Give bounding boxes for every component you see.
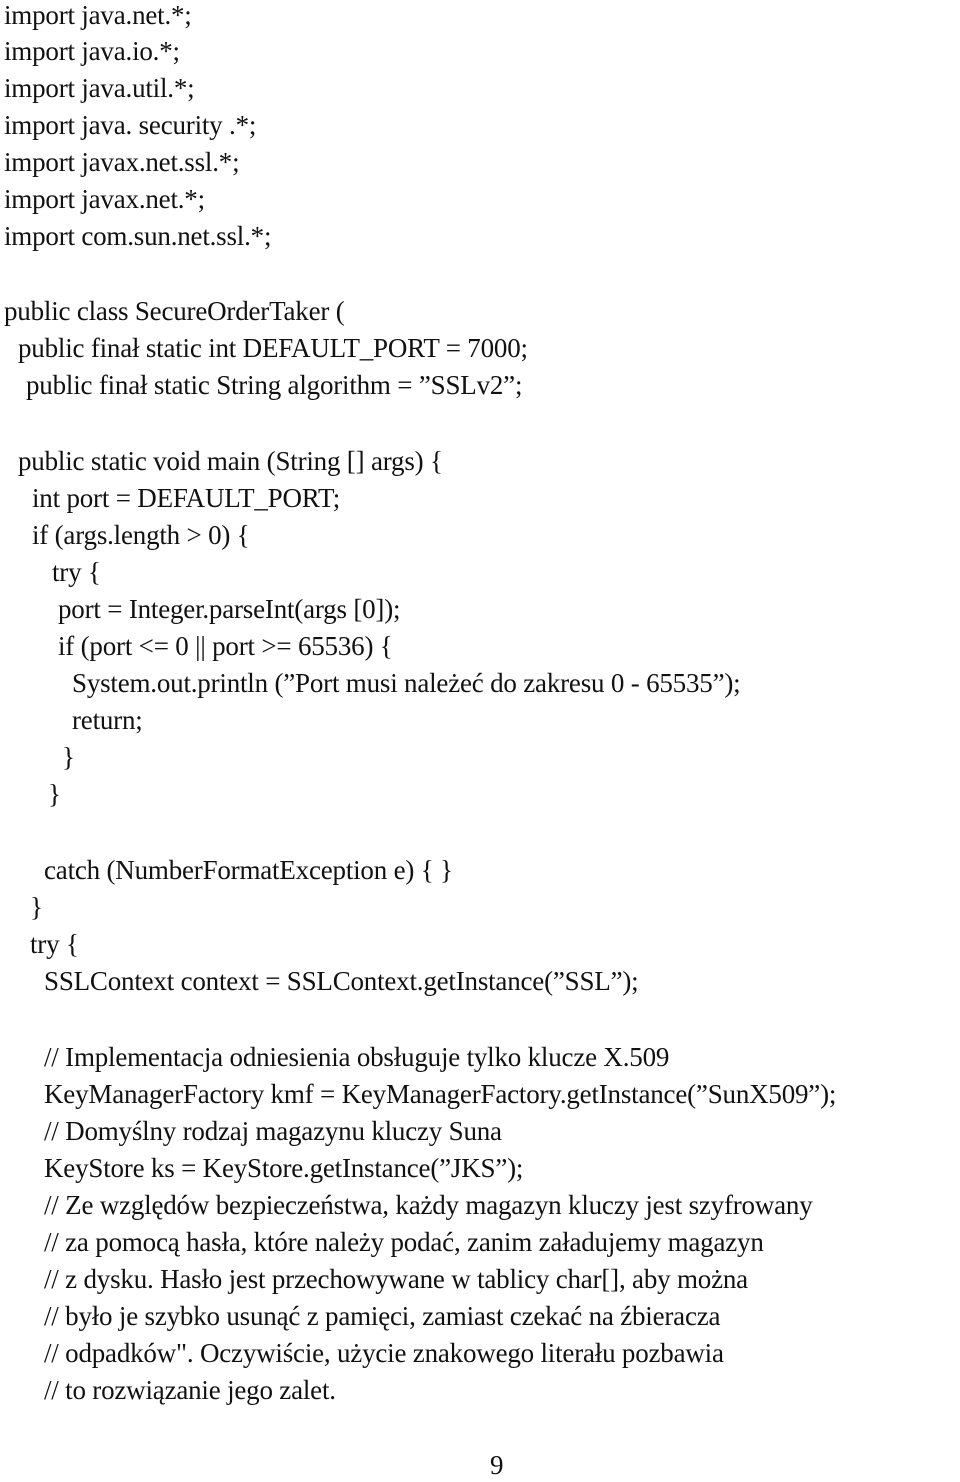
code-comment: // to rozwiązanie jego zalet. — [44, 1375, 336, 1405]
code-comment: // Implementacja odniesienia obsługuje t… — [44, 1042, 670, 1072]
code-line: import com.sun.net.ssl.*; — [4, 221, 272, 251]
code-line: int port = DEFAULT_PORT; — [32, 483, 341, 513]
code-line: } — [30, 892, 43, 922]
code-line: KeyStore ks = KeyStore.getInstance(”JKS”… — [44, 1153, 524, 1183]
code-comment: // Domyślny rodzaj magazynu kluczy Suna — [44, 1116, 502, 1146]
code-line: } — [62, 742, 75, 772]
code-line: if (port <= 0 || port >= 65536) { — [58, 631, 393, 661]
code-line: System.out.println (”Port musi należeć d… — [72, 668, 741, 698]
code-comment: // z dysku. Hasło jest przechowywane w t… — [44, 1264, 748, 1294]
code-comment: // Ze względów bezpieczeństwa, każdy mag… — [44, 1190, 813, 1220]
code-line: import javax.net.*; — [4, 184, 205, 214]
code-line: catch (NumberFormatException e) { } — [44, 855, 453, 885]
code-line: port = Integer.parseInt(args [0]); — [58, 594, 401, 624]
code-line: public finał static String algorithm = ”… — [26, 370, 523, 400]
code-comment: // odpadków". Oczywiście, użycie znakowe… — [44, 1338, 724, 1368]
code-line: SSLContext context = SSLContext.getInsta… — [44, 966, 639, 996]
code-line: import javax.net.ssl.*; — [4, 147, 240, 177]
code-line: public finał static int DEFAULT_PORT = 7… — [18, 333, 528, 363]
code-line: try { — [52, 557, 101, 587]
document-page: import java.net.*; import java.io.*; imp… — [0, 0, 960, 1480]
code-line: import java.net.*; — [4, 0, 192, 30]
code-comment: // za pomocą hasła, które należy podać, … — [44, 1227, 764, 1257]
code-comment: // było je szybko usunąć z pamięci, zami… — [44, 1301, 721, 1331]
code-line: if (args.length > 0) { — [32, 520, 250, 550]
code-line: import java.io.*; — [4, 36, 180, 66]
page-number: 9 — [490, 1450, 504, 1480]
code-line: return; — [72, 705, 143, 735]
code-line: import java. security .*; — [4, 110, 257, 140]
code-line: import java.util.*; — [4, 73, 195, 103]
code-line: public class SecureOrderTaker ( — [4, 296, 345, 326]
code-line: } — [48, 779, 61, 809]
code-line: public static void main (String [] args)… — [18, 446, 443, 476]
code-line: try { — [30, 929, 79, 959]
code-line: KeyManagerFactory kmf = KeyManagerFactor… — [44, 1079, 837, 1109]
